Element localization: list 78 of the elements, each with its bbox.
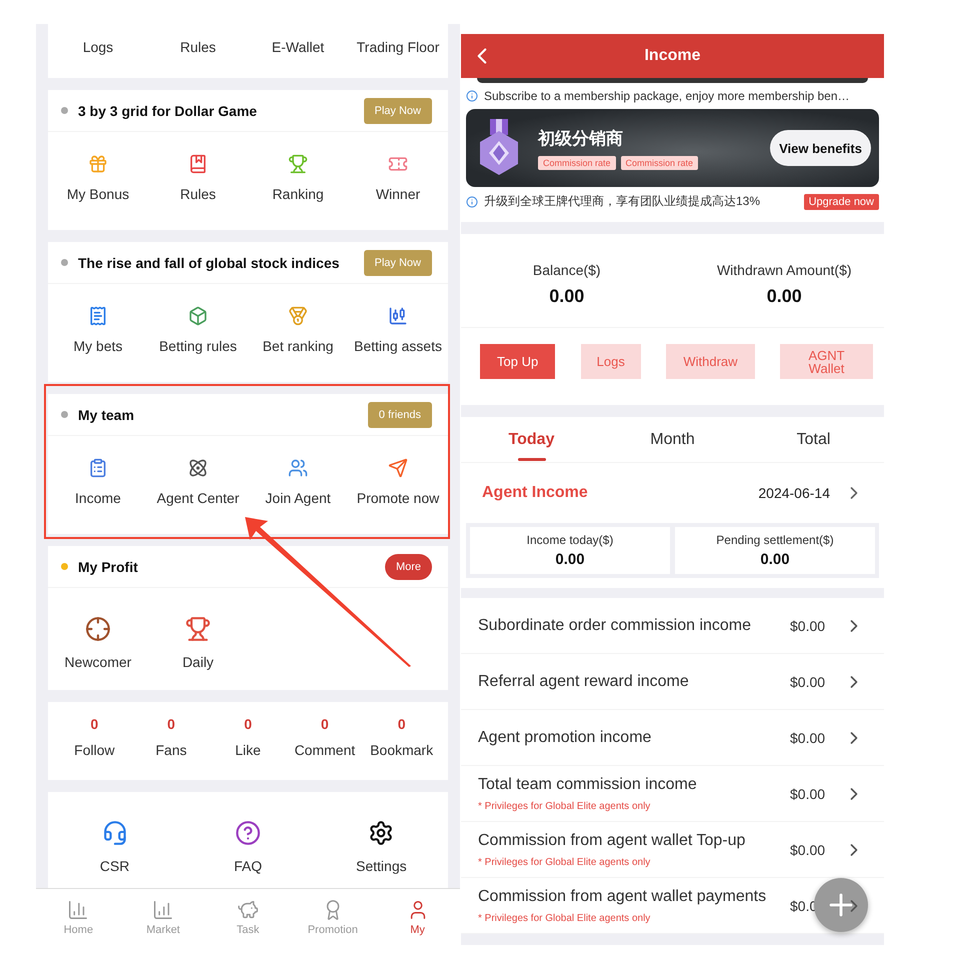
period-tab[interactable]: Month bbox=[602, 417, 743, 462]
menu-item[interactable]: Bet ranking bbox=[248, 306, 348, 354]
menu-item[interactable]: Daily bbox=[148, 616, 248, 670]
more-button[interactable]: More bbox=[384, 554, 432, 580]
balance-value: 0.00 bbox=[549, 286, 584, 307]
stat-label: Pending settlement($) bbox=[716, 533, 834, 547]
upgrade-text: 升级到全球王牌代理商，享有团队业绩提成高达13% bbox=[484, 193, 762, 210]
stat-value: 0.00 bbox=[760, 551, 790, 568]
income-row[interactable]: Total team commission income * Privileges for Global Elite agents only $0.00 bbox=[461, 766, 884, 822]
income-row[interactable]: Subordinate order commission income $0.00 bbox=[461, 598, 884, 654]
row-title: Commission from agent wallet payments bbox=[478, 888, 768, 906]
stat-value: 0 bbox=[90, 716, 98, 732]
menu-item[interactable]: My bets bbox=[48, 306, 148, 354]
row-title: Referral agent reward income bbox=[478, 672, 690, 690]
stat-value: 0 bbox=[167, 716, 176, 732]
stat-value: 0.00 bbox=[555, 551, 585, 568]
income-row[interactable]: Referral agent reward income $0.00 bbox=[461, 654, 884, 710]
quick-link[interactable]: Trading Floor bbox=[348, 39, 448, 55]
section-title: The rise and fall of global stock indices bbox=[78, 254, 340, 270]
menu-item[interactable]: Rules bbox=[148, 154, 248, 202]
menu-item[interactable]: Betting assets bbox=[348, 306, 448, 354]
stat-label: Bookmark bbox=[370, 742, 434, 758]
upgrade-button[interactable]: Upgrade now bbox=[804, 194, 879, 210]
section-title: My Profit bbox=[78, 558, 139, 574]
page-title: Income bbox=[644, 47, 700, 65]
quick-link[interactable]: Rules bbox=[148, 39, 248, 55]
balance-label: Withdrawn Amount($) bbox=[716, 262, 852, 278]
view-benefits-button[interactable]: View benefits bbox=[770, 130, 871, 166]
menu-item[interactable]: Ranking bbox=[248, 154, 348, 202]
row-value: $0.00 bbox=[790, 674, 826, 690]
stat-label: Like bbox=[235, 742, 261, 758]
notice-text: Subscribe to a membership package, enjoy more membership ben… bbox=[484, 89, 851, 103]
stat-label: Comment bbox=[294, 742, 356, 758]
balance-value: 0.00 bbox=[766, 286, 802, 307]
menu-item[interactable]: Betting rules bbox=[148, 306, 248, 354]
stat-label: Fans bbox=[156, 742, 187, 758]
service-item[interactable]: Settings bbox=[314, 820, 448, 874]
privilege-note: * Privileges for Global Elite agents only bbox=[478, 800, 652, 812]
date-text: 2024-06-14 bbox=[758, 485, 830, 501]
row-value: $0.00 bbox=[790, 786, 826, 802]
row-value: $0.00 bbox=[790, 730, 826, 746]
level-title: 初级分销商 bbox=[538, 128, 624, 150]
tag: Commission rate bbox=[620, 156, 698, 170]
row-value: $0.00 bbox=[790, 842, 826, 858]
action-button[interactable]: Top Up bbox=[480, 344, 556, 379]
service-item[interactable]: FAQ bbox=[181, 820, 315, 874]
stat-label: Income today($) bbox=[526, 533, 614, 547]
quick-link[interactable]: Logs bbox=[48, 39, 148, 55]
row-title: Subordinate order commission income bbox=[478, 616, 752, 634]
menu-item[interactable]: Join Agent bbox=[248, 458, 348, 506]
menu-item[interactable]: Income bbox=[48, 458, 148, 506]
stat-value: 0 bbox=[320, 716, 329, 732]
menu-item[interactable]: Newcomer bbox=[48, 616, 148, 670]
stat-value: 0 bbox=[244, 716, 252, 732]
period-tab[interactable]: Today bbox=[461, 417, 602, 462]
row-value: $0.00 bbox=[790, 618, 826, 634]
row-title: Total team commission income bbox=[478, 776, 698, 794]
stat-label: Follow bbox=[74, 742, 115, 758]
tag: Commission rate bbox=[538, 156, 616, 170]
section-title: Agent Income bbox=[482, 484, 589, 502]
menu-item[interactable]: Promote now bbox=[348, 458, 448, 506]
privilege-note: * Privileges for Global Elite agents only bbox=[478, 856, 652, 868]
income-row[interactable]: Agent promotion income $0.00 bbox=[461, 710, 884, 766]
stat-value: 0 bbox=[398, 716, 406, 732]
privilege-note: * Privileges for Global Elite agents only bbox=[478, 912, 652, 924]
section-title: 3 by 3 grid for Dollar Game bbox=[78, 102, 258, 118]
row-title: Commission from agent wallet Top-up bbox=[478, 832, 746, 850]
menu-item[interactable]: Winner bbox=[348, 154, 448, 202]
income-row[interactable]: Commission from agent wallet Top-up * Privileges for Global Elite agents only $0.00 bbox=[461, 822, 884, 878]
balance-label: Balance($) bbox=[532, 262, 601, 278]
menu-item[interactable]: Agent Center bbox=[148, 458, 248, 506]
service-item[interactable]: CSR bbox=[48, 820, 182, 874]
section-title: My team bbox=[78, 406, 136, 422]
quick-link[interactable]: E-Wallet bbox=[248, 39, 348, 55]
row-title: Agent promotion income bbox=[478, 728, 652, 746]
period-tab[interactable]: Total bbox=[743, 417, 884, 462]
nav-tab[interactable]: My bbox=[375, 889, 460, 942]
menu-item[interactable]: My Bonus bbox=[48, 154, 148, 202]
